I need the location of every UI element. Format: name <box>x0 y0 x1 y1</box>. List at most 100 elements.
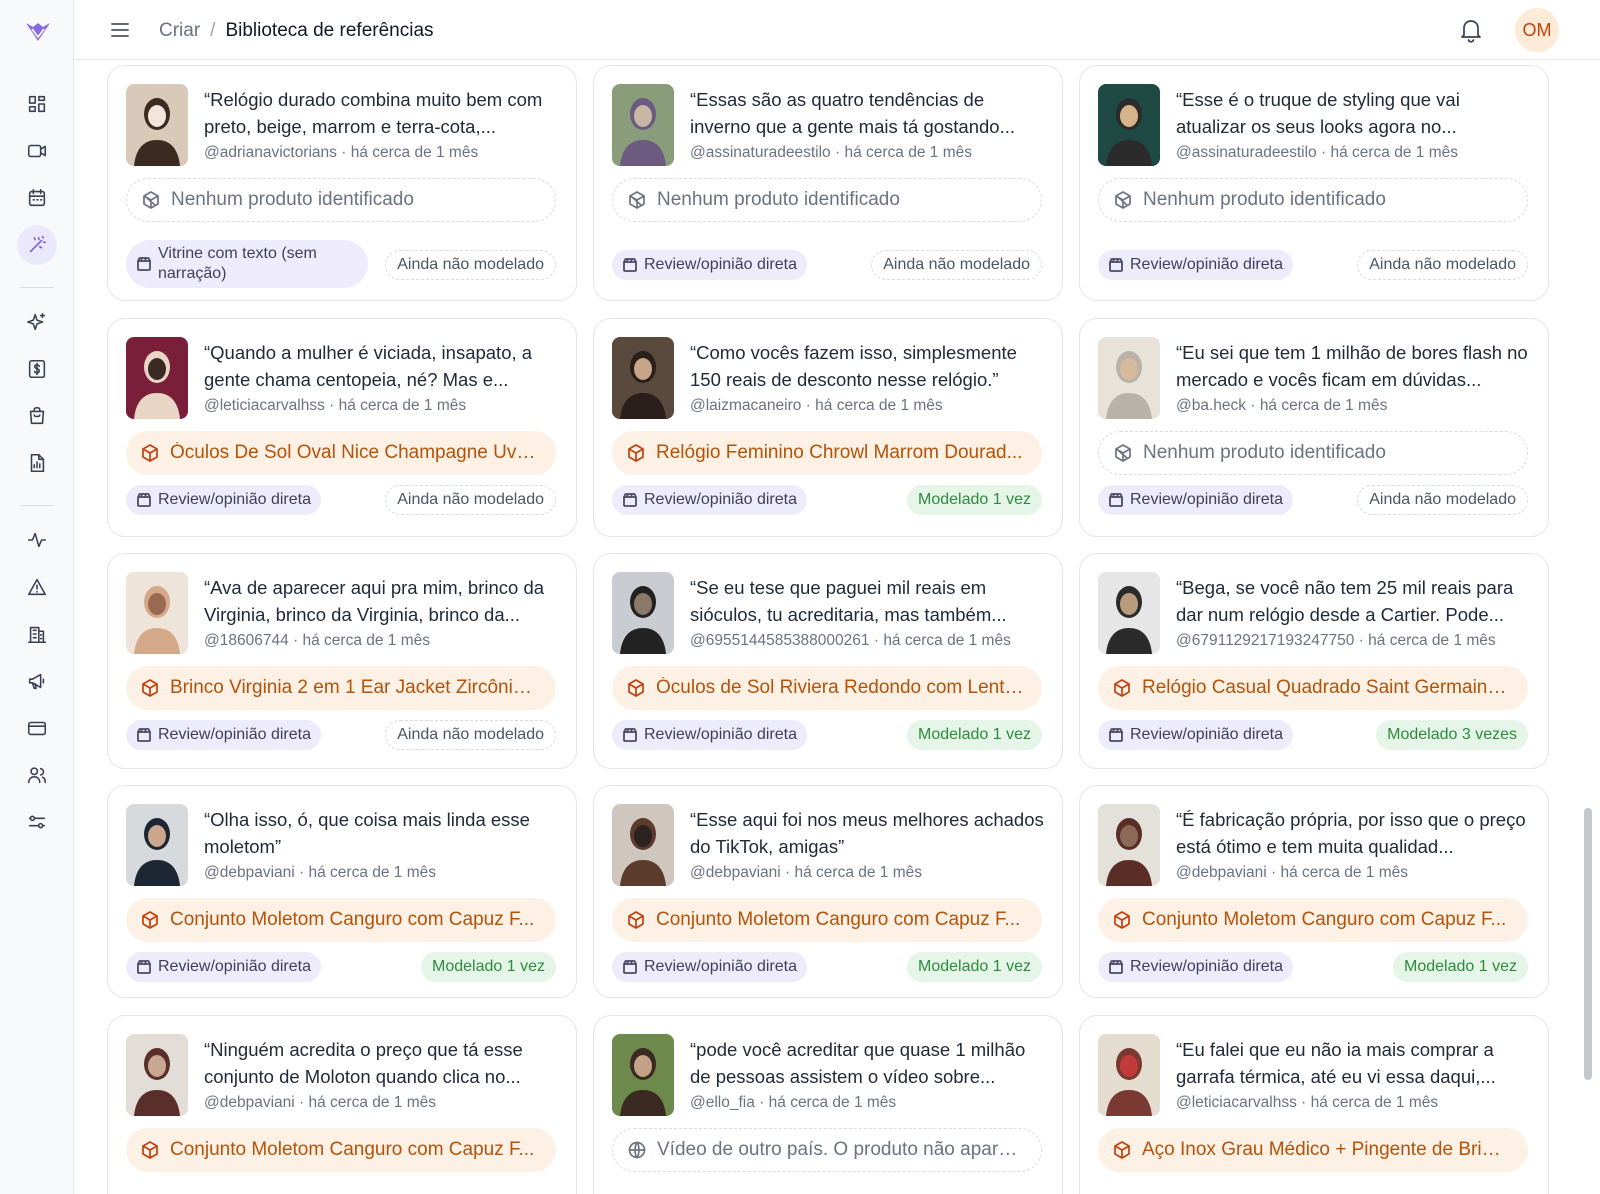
product-pill[interactable]: Óculos De Sol Oval Nice Champagne Uv4... <box>126 431 556 475</box>
meta-separator: · <box>1246 397 1260 414</box>
creator-handle[interactable]: @assinaturadeestilo <box>1176 144 1317 161</box>
credit-card-icon[interactable] <box>17 708 57 748</box>
video-thumbnail[interactable] <box>126 804 188 886</box>
bell-icon[interactable] <box>1458 16 1484 44</box>
reference-card[interactable]: “Ninguém acredita o preço que tá esse co… <box>107 1015 577 1194</box>
creator-handle[interactable]: @leticiacarvalhss <box>204 397 325 414</box>
creator-handle[interactable]: @18606744 <box>204 632 289 649</box>
creator-handle[interactable]: @debpaviani <box>204 864 295 881</box>
creator-handle[interactable]: @6791129217193247750 <box>1176 632 1354 649</box>
creator-handle[interactable]: @6955144585388000261 <box>690 632 870 649</box>
reference-card[interactable]: “Quando a mulher é viciada, insapato, a … <box>107 318 577 537</box>
card-meta: @18606744 · há cerca de 1 mês <box>204 632 430 650</box>
video-thumbnail[interactable] <box>612 804 674 886</box>
reference-card[interactable]: “Olha isso, ó, que coisa mais linda esse… <box>107 785 577 998</box>
product-pill[interactable]: Conjunto Moletom Canguro com Capuz F... <box>1098 898 1528 942</box>
reference-card[interactable]: “Como vocês fazem isso, simplesmente 150… <box>593 318 1063 537</box>
format-tag[interactable]: Review/opinião direta <box>126 485 321 515</box>
reference-card[interactable]: “Esse é o truque de styling que vai atua… <box>1079 65 1549 301</box>
product-pill[interactable]: Nenhum produto identificado <box>126 178 556 222</box>
product-pill[interactable]: Nenhum produto identificado <box>1098 431 1528 475</box>
product-pill[interactable]: Nenhum produto identificado <box>1098 178 1528 222</box>
product-pill[interactable]: Brinco Virginia 2 em 1 Ear Jacket Zircôn… <box>126 666 556 710</box>
dollar-icon[interactable] <box>17 349 57 389</box>
video-thumbnail[interactable] <box>1098 84 1160 166</box>
brand-logo-icon[interactable] <box>23 17 53 45</box>
grid-icon[interactable] <box>17 84 57 124</box>
video-thumbnail[interactable] <box>126 337 188 419</box>
reference-card[interactable]: “Se eu tese que paguei mil reais em sióc… <box>593 553 1063 769</box>
package-icon <box>626 443 646 463</box>
warning-icon[interactable] <box>17 567 57 607</box>
format-tag[interactable]: Review/opinião direta <box>612 720 807 750</box>
breadcrumb-separator: / <box>210 20 216 41</box>
format-tag[interactable]: Review/opinião direta <box>612 485 807 515</box>
clapperboard-icon <box>1108 727 1124 743</box>
video-thumbnail[interactable] <box>612 572 674 654</box>
meta-separator: · <box>1266 864 1281 881</box>
report-icon[interactable] <box>17 443 57 483</box>
format-tag[interactable]: Review/opinião direta <box>612 250 807 280</box>
format-tag[interactable]: Review/opinião direta <box>1098 952 1293 982</box>
product-pill[interactable]: Nenhum produto identificado <box>612 178 1042 222</box>
video-thumbnail[interactable] <box>126 1034 188 1116</box>
product-pill[interactable]: Conjunto Moletom Canguro com Capuz F... <box>612 898 1042 942</box>
product-pill[interactable]: Conjunto Moletom Canguro com Capuz F... <box>126 898 556 942</box>
video-thumbnail[interactable] <box>126 572 188 654</box>
product-pill[interactable]: Óculos de Sol Riviera Redondo com Lente … <box>612 666 1042 710</box>
format-tag[interactable]: Review/opinião direta <box>126 952 321 982</box>
vertical-scrollbar[interactable] <box>1584 808 1592 1080</box>
calendar-icon[interactable] <box>17 178 57 218</box>
hamburger-menu-icon[interactable] <box>108 18 132 42</box>
creator-handle[interactable]: @debpaviani <box>204 1094 295 1111</box>
product-pill[interactable]: Conjunto Moletom Canguro com Capuz F... <box>126 1128 556 1172</box>
creator-handle[interactable]: @leticiacarvalhss <box>1176 1094 1297 1111</box>
breadcrumb-link-criar[interactable]: Criar <box>159 19 200 43</box>
video-thumbnail[interactable] <box>612 84 674 166</box>
format-tag[interactable]: Review/opinião direta <box>126 720 321 750</box>
settings-sliders-icon[interactable] <box>17 802 57 842</box>
building-icon[interactable] <box>17 614 57 654</box>
format-tag[interactable]: Review/opinião direta <box>1098 720 1293 750</box>
format-tag[interactable]: Review/opinião direta <box>1098 485 1293 515</box>
creator-handle[interactable]: @debpaviani <box>1176 864 1267 881</box>
creator-handle[interactable]: @adrianavictorians <box>204 144 337 161</box>
creator-handle[interactable]: @ba.heck <box>1176 397 1246 414</box>
product-pill[interactable]: Aço Inox Grau Médico + Pingente de Brind… <box>1098 1128 1528 1172</box>
sparkles-icon[interactable] <box>17 302 57 342</box>
reference-card[interactable]: “Ava de aparecer aqui pra mim, brinco da… <box>107 553 577 769</box>
reference-card[interactable]: “Eu falei que eu não ia mais comprar a g… <box>1079 1015 1549 1194</box>
product-pill[interactable]: Vídeo de outro país. O produto não apare… <box>612 1128 1042 1172</box>
video-thumbnail[interactable] <box>1098 337 1160 419</box>
format-tag[interactable]: Review/opinião direta <box>1098 250 1293 280</box>
video-thumbnail[interactable] <box>612 337 674 419</box>
creator-handle[interactable]: @debpaviani <box>690 864 781 881</box>
creator-handle[interactable]: @laizmacaneiro <box>690 397 801 414</box>
user-avatar[interactable]: OM <box>1515 8 1559 52</box>
shopping-bag-icon[interactable] <box>17 396 57 436</box>
video-thumbnail[interactable] <box>1098 1034 1160 1116</box>
video-thumbnail[interactable] <box>126 84 188 166</box>
reference-card[interactable]: “pode você acreditar que quase 1 milhão … <box>593 1015 1063 1194</box>
format-tag[interactable]: Vitrine com texto (sem narração) <box>126 240 368 288</box>
reference-card[interactable]: “Esse aqui foi nos meus melhores achados… <box>593 785 1063 998</box>
creator-handle[interactable]: @assinaturadeestilo <box>690 144 831 161</box>
reference-card[interactable]: “Relógio durado combina muito bem com pr… <box>107 65 577 301</box>
video-thumbnail[interactable] <box>1098 804 1160 886</box>
product-pill[interactable]: Relógio Feminino Chrowl Marrom Dourad... <box>612 431 1042 475</box>
magic-wand-icon[interactable] <box>17 225 57 265</box>
reference-card[interactable]: “Eu sei que tem 1 milhão de bores flash … <box>1079 318 1549 537</box>
megaphone-icon[interactable] <box>17 661 57 701</box>
reference-card[interactable]: “Bega, se você não tem 25 mil reais para… <box>1079 553 1549 769</box>
video-thumbnail[interactable] <box>1098 572 1160 654</box>
video-icon[interactable] <box>17 131 57 171</box>
activity-icon[interactable] <box>17 520 57 560</box>
users-icon[interactable] <box>17 755 57 795</box>
product-pill[interactable]: Relógio Casual Quadrado Saint Germain S.… <box>1098 666 1528 710</box>
format-tag[interactable]: Review/opinião direta <box>612 952 807 982</box>
posted-time: há cerca de 1 mês <box>815 397 943 414</box>
reference-card[interactable]: “Essas são as quatro tendências de inver… <box>593 65 1063 301</box>
video-thumbnail[interactable] <box>612 1034 674 1116</box>
creator-handle[interactable]: @ello_fia <box>690 1094 755 1111</box>
reference-card[interactable]: “É fabricação própria, por isso que o pr… <box>1079 785 1549 998</box>
